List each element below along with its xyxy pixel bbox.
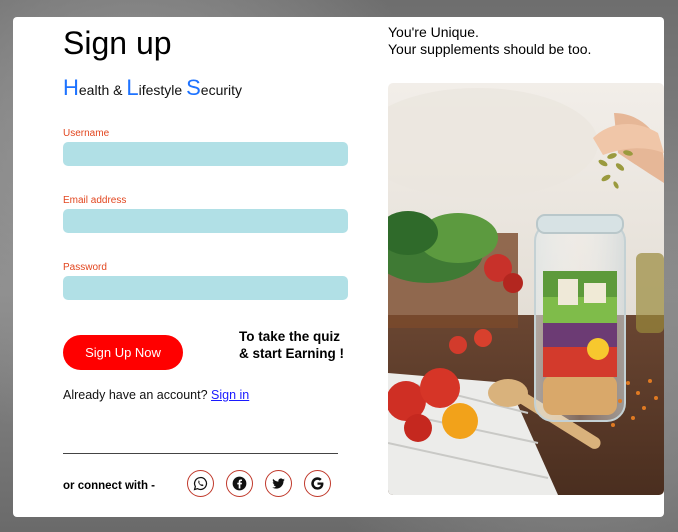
google-icon xyxy=(311,477,324,490)
password-label: Password xyxy=(63,262,107,273)
salad-jar-photo xyxy=(388,83,664,495)
whatsapp-button[interactable] xyxy=(187,470,214,497)
tagline-cap-l: L xyxy=(126,75,139,100)
tagline-cap-h: H xyxy=(63,75,79,100)
twitter-button[interactable] xyxy=(265,470,292,497)
account-prompt: Already have an account? Sign in xyxy=(63,388,249,402)
google-button[interactable] xyxy=(304,470,331,497)
password-field[interactable] xyxy=(63,276,348,300)
username-label: Username xyxy=(63,128,110,139)
promo-line-1: You're Unique. xyxy=(388,24,479,40)
signup-card: Sign up Health & Lifestyle Security User… xyxy=(13,17,664,517)
tagline-cap-s: S xyxy=(186,75,201,100)
username-field[interactable] xyxy=(63,142,348,166)
quiz-line-2: & start Earning ! xyxy=(239,346,345,361)
twitter-icon xyxy=(272,478,285,489)
quiz-line-1: To take the quiz xyxy=(239,329,341,344)
facebook-button[interactable] xyxy=(226,470,253,497)
tagline-word-health: ealth & xyxy=(78,82,127,98)
signup-form: Sign up Health & Lifestyle Security User… xyxy=(63,17,353,517)
connect-label: or connect with - xyxy=(63,480,155,492)
page-title: Sign up xyxy=(63,25,172,61)
sign-up-button[interactable]: Sign Up Now xyxy=(63,335,183,370)
divider xyxy=(63,453,338,454)
promo-headline: You're Unique. Your supplements should b… xyxy=(388,24,591,58)
email-field[interactable] xyxy=(63,209,348,233)
quiz-callout: To take the quiz & start Earning ! xyxy=(239,328,344,362)
promo-line-2: Your supplements should be too. xyxy=(388,41,592,57)
tagline-word-security: ecurity xyxy=(200,82,243,98)
tagline: Health & Lifestyle Security xyxy=(63,75,242,101)
whatsapp-icon xyxy=(193,476,208,491)
facebook-icon xyxy=(232,476,247,491)
email-label: Email address xyxy=(63,195,127,206)
account-text: Already have an account? xyxy=(63,388,208,402)
tagline-word-lifestyle: ifestyle xyxy=(138,82,187,98)
sign-in-link[interactable]: Sign in xyxy=(211,388,249,402)
